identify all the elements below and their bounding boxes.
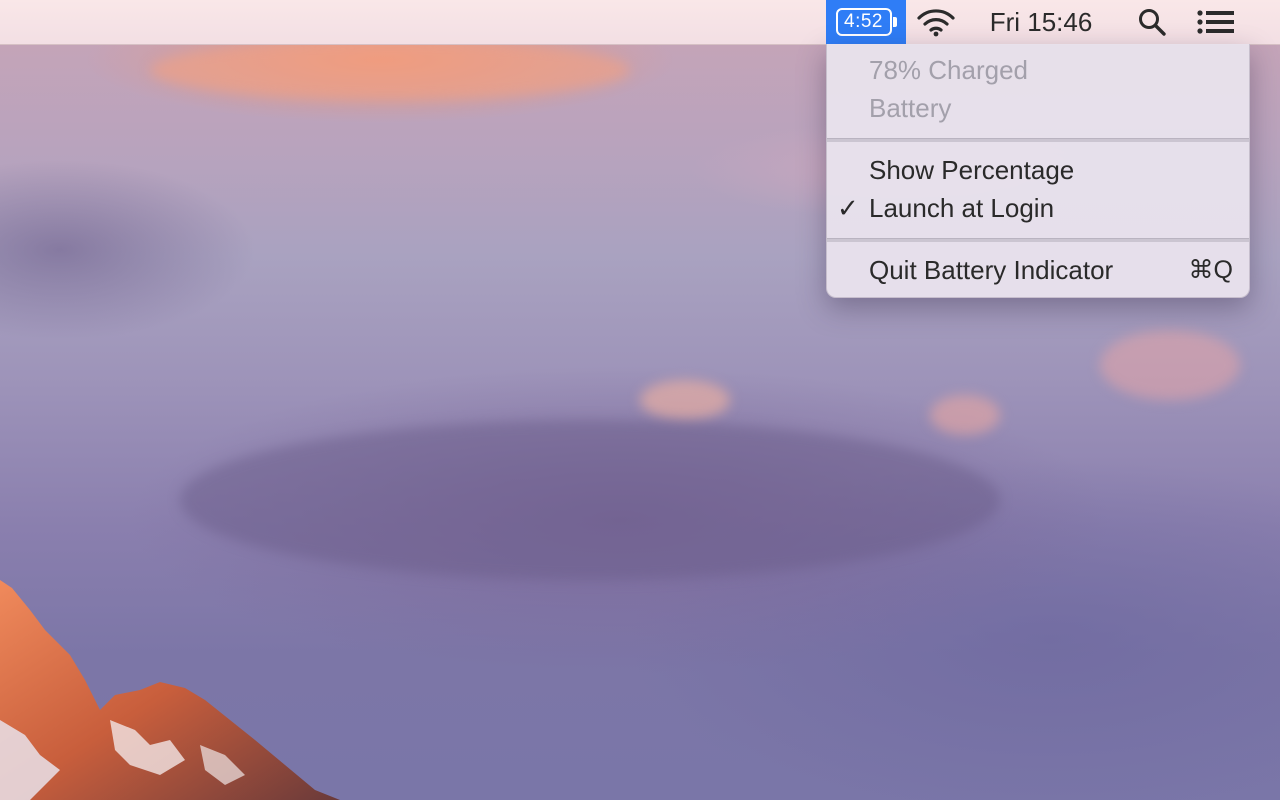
- cloud-highlight: [930, 395, 1000, 435]
- battery-nub: [892, 17, 897, 27]
- show-percentage-label: Show Percentage: [869, 154, 1075, 185]
- battery-time-remaining: 4:52: [844, 11, 883, 32]
- spotlight-button[interactable]: [1130, 0, 1174, 44]
- menu-separator: [827, 238, 1249, 242]
- launch-at-login-item[interactable]: ✓ Launch at Login: [827, 189, 1249, 227]
- checkmark-icon: ✓: [837, 192, 859, 223]
- clock-text: Fri 15:46: [989, 6, 1093, 37]
- wifi-icon: [917, 9, 955, 37]
- charge-status-item: 78% Charged: [827, 51, 1249, 89]
- quit-label: Quit Battery Indicator: [869, 254, 1114, 285]
- power-source-item: Battery: [827, 89, 1249, 127]
- notification-center-icon: [1197, 10, 1234, 34]
- cloud-highlight: [150, 40, 630, 100]
- battery-dropdown-menu: 78% Charged Battery Show Percentage ✓ La…: [826, 44, 1250, 298]
- wifi-menu-extra[interactable]: [910, 0, 962, 44]
- spotlight-search-icon: [1139, 9, 1166, 36]
- battery-icon: 4:52: [835, 8, 892, 36]
- menu-bar: 4:52 Fri 15:46: [0, 0, 1280, 45]
- clock-menu-extra[interactable]: Fri 15:46: [976, 0, 1106, 44]
- mountain-peak: [0, 580, 340, 800]
- launch-at-login-label: Launch at Login: [869, 192, 1055, 223]
- notification-center-button[interactable]: [1190, 0, 1242, 44]
- menu-separator: [827, 138, 1249, 142]
- charge-status-label: 78% Charged: [869, 54, 1028, 85]
- cloud-highlight: [1100, 330, 1240, 400]
- show-percentage-item[interactable]: Show Percentage: [827, 151, 1249, 189]
- battery-indicator-menu-extra[interactable]: 4:52: [826, 0, 906, 44]
- cloud-highlight: [640, 380, 730, 420]
- quit-item[interactable]: Quit Battery Indicator ⌘Q: [827, 251, 1249, 289]
- quit-shortcut: ⌘Q: [1188, 256, 1233, 284]
- power-source-label: Battery: [869, 92, 952, 123]
- cloud-shadow: [180, 420, 1000, 580]
